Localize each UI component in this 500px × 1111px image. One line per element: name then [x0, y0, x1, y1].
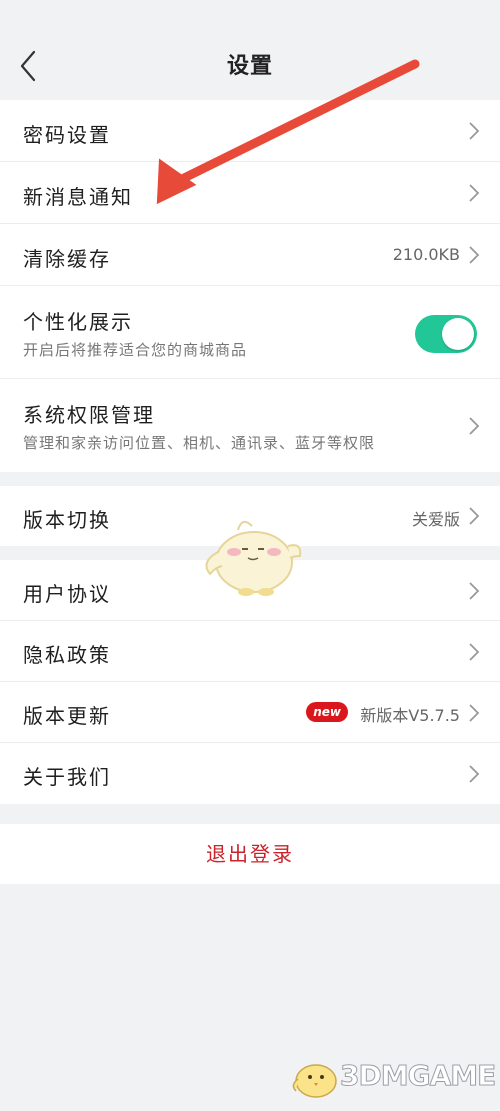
chevron-right-icon	[469, 184, 480, 202]
row-label: 隐私政策	[23, 643, 111, 667]
chevron-right-icon	[469, 765, 480, 783]
row-subtitle: 开启后将推荐适合您的商城商品	[23, 341, 248, 359]
row-about-us[interactable]: 关于我们	[0, 743, 500, 804]
watermark-bird-icon	[292, 1064, 337, 1098]
row-personalized-display: 个性化展示 开启后将推荐适合您的商城商品	[0, 286, 500, 379]
row-system-permission-management[interactable]: 系统权限管理 管理和家亲访问位置、相机、通讯录、蓝牙等权限	[0, 379, 500, 472]
chevron-right-icon	[469, 122, 480, 140]
latest-version-value: 新版本V5.7.5	[360, 706, 460, 725]
chevron-right-icon	[469, 704, 480, 722]
row-label: 个性化展示	[23, 310, 133, 334]
row-clear-cache[interactable]: 清除缓存 210.0KB	[0, 224, 500, 286]
watermark-text: 3DMGAME	[339, 1059, 496, 1093]
row-label: 版本切换	[23, 508, 111, 532]
version-mode-value: 关爱版	[411, 510, 460, 529]
chevron-right-icon	[469, 417, 480, 435]
row-privacy-policy[interactable]: 隐私政策	[0, 621, 500, 682]
row-user-agreement[interactable]: 用户协议	[0, 560, 500, 621]
row-new-message-notification[interactable]: 新消息通知	[0, 162, 500, 224]
chevron-right-icon	[469, 582, 480, 600]
settings-group-about: 用户协议 隐私政策 版本更新 new 新版本V5.7.5 关于我们	[0, 560, 500, 804]
new-badge: new	[306, 702, 348, 722]
header: 设置	[0, 0, 500, 100]
page-title: 设置	[226, 54, 273, 79]
toggle-knob	[442, 318, 474, 350]
row-subtitle: 管理和家亲访问位置、相机、通讯录、蓝牙等权限	[23, 434, 376, 452]
chevron-right-icon	[469, 507, 480, 525]
personalized-display-toggle[interactable]	[415, 315, 477, 353]
logout-button[interactable]: 退出登录	[0, 824, 500, 884]
settings-group-version: 版本切换 关爱版	[0, 486, 500, 546]
row-label: 用户协议	[23, 582, 111, 606]
cache-size: 210.0KB	[392, 245, 460, 264]
row-version-update[interactable]: 版本更新 new 新版本V5.7.5	[0, 682, 500, 743]
row-label: 密码设置	[23, 123, 111, 147]
row-label: 系统权限管理	[23, 403, 155, 427]
row-label: 清除缓存	[23, 247, 111, 271]
row-label: 关于我们	[23, 765, 111, 789]
settings-group-main: 密码设置 新消息通知 清除缓存 210.0KB 个性化展示 开启后将推荐适合您的…	[0, 100, 500, 472]
chevron-right-icon	[469, 246, 480, 264]
row-password-settings[interactable]: 密码设置	[0, 100, 500, 162]
row-version-switch[interactable]: 版本切换 关爱版	[0, 486, 500, 546]
row-label: 新消息通知	[23, 185, 133, 209]
watermark-logo: 3DMGAME	[290, 1051, 497, 1103]
row-label: 版本更新	[23, 704, 111, 728]
chevron-right-icon	[469, 643, 480, 661]
